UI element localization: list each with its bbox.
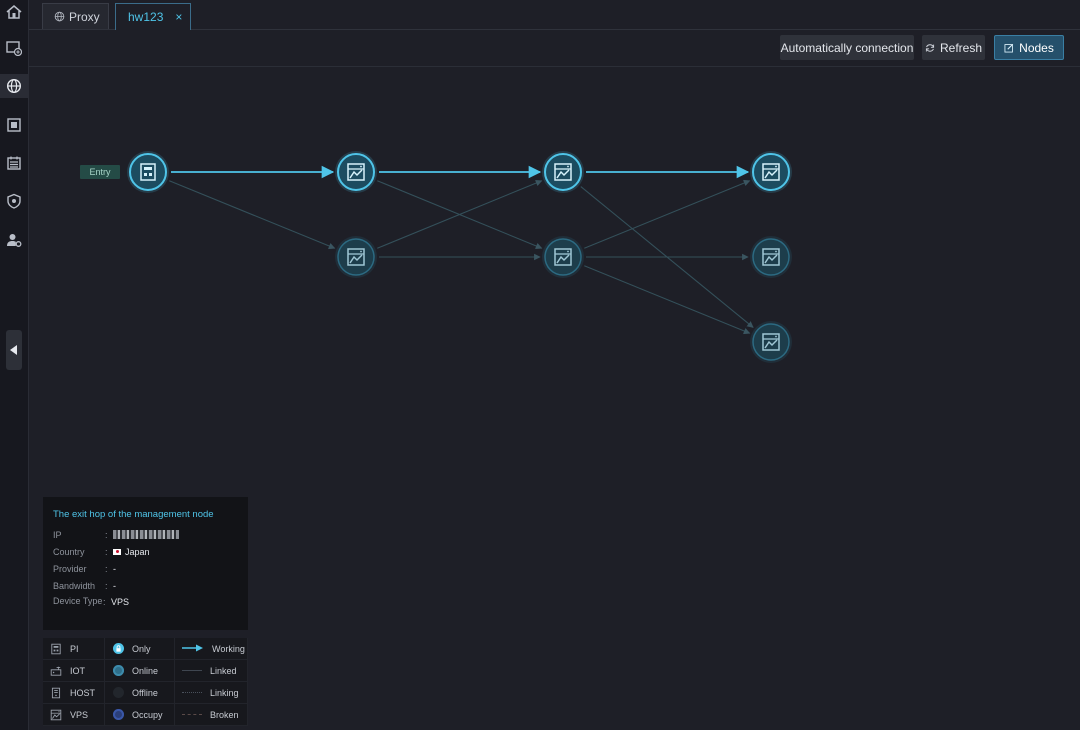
masked-ip-value xyxy=(113,530,179,539)
linked-link xyxy=(584,265,751,335)
tab-label: Proxy xyxy=(69,9,100,24)
graph-node-vps[interactable] xyxy=(542,236,584,278)
pi-icon xyxy=(50,643,62,655)
occupy-status-icon xyxy=(112,709,124,720)
nodes-label: Nodes xyxy=(1019,40,1054,55)
host-icon xyxy=(50,687,62,699)
legend-status-offline: Offline xyxy=(105,682,175,704)
info-row-provider: Provider : - xyxy=(53,560,238,577)
tab-hw123[interactable]: hw123 × xyxy=(115,3,191,30)
legend-link-linking: Linking xyxy=(175,682,248,704)
sidebar xyxy=(0,0,29,730)
legend-label: PI xyxy=(70,643,79,654)
toolbar: Automatically connection Refresh Nodes xyxy=(29,30,1080,67)
colon: : xyxy=(105,563,108,574)
legend-label: Working xyxy=(212,643,245,654)
linked-link xyxy=(584,179,751,249)
graph-node-vps[interactable] xyxy=(750,321,792,363)
home-icon[interactable] xyxy=(2,0,26,24)
device-type-value: VPS xyxy=(111,597,130,607)
graph-node-vps[interactable] xyxy=(335,236,377,278)
globe-icon xyxy=(54,11,65,22)
working-line-icon xyxy=(182,644,204,654)
linking-line-icon xyxy=(182,692,202,693)
calendar-icon[interactable] xyxy=(2,151,26,175)
colon: : xyxy=(105,546,108,557)
graph-node-vps[interactable] xyxy=(335,151,377,193)
legend-label: HOST xyxy=(70,687,96,698)
linked-link xyxy=(169,180,336,250)
add-screen-icon[interactable] xyxy=(2,36,26,60)
legend-type-pi: PI xyxy=(43,638,105,660)
node-info-panel: The exit hop of the management node IP :… xyxy=(43,497,248,630)
nodes-button[interactable]: Nodes xyxy=(994,35,1064,60)
legend-label: Only xyxy=(132,643,151,654)
country-label: Country xyxy=(53,546,85,557)
legend-link-working: Working xyxy=(175,638,248,660)
bandwidth-label: Bandwidth xyxy=(53,580,96,591)
info-row-country: Country : Japan xyxy=(53,543,238,560)
legend-status-occupy: Occupy xyxy=(105,704,175,726)
graph-node-vps[interactable] xyxy=(750,236,792,278)
graph-node-vps[interactable] xyxy=(750,151,792,193)
edit-icon xyxy=(1004,43,1014,52)
legend-type-vps: VPS xyxy=(43,704,105,726)
legend-label: Online xyxy=(132,665,159,676)
refresh-label: Refresh xyxy=(939,40,983,55)
legend-type-iot: IOT xyxy=(43,660,105,682)
linked-line-icon xyxy=(182,670,202,671)
lock-icon xyxy=(112,643,124,654)
legend-type-host: HOST xyxy=(43,682,105,704)
info-row-device-type: Device Type : VPS xyxy=(53,597,238,619)
vps-icon xyxy=(50,709,62,721)
graph-node-vps[interactable] xyxy=(542,151,584,193)
tab-bar: Proxy hw123 × xyxy=(29,0,1080,30)
online-status-icon xyxy=(112,665,124,676)
refresh-icon xyxy=(925,43,935,52)
colon: : xyxy=(105,580,108,591)
legend-status-online: Online xyxy=(105,660,175,682)
graph-node-pi[interactable] xyxy=(127,151,169,193)
collapse-sidebar-button[interactable] xyxy=(6,330,22,370)
close-icon[interactable]: × xyxy=(175,10,182,24)
legend-label: Linked xyxy=(210,665,237,676)
legend-label: Offline xyxy=(132,687,158,698)
bandwidth-value: - xyxy=(113,580,116,591)
triangle-left-icon xyxy=(10,345,17,355)
refresh-button[interactable]: Refresh xyxy=(922,35,985,60)
legend-status-only: Only xyxy=(105,638,175,660)
provider-value: - xyxy=(113,563,116,574)
globe-icon[interactable] xyxy=(0,74,28,98)
colon: : xyxy=(103,597,106,607)
info-row-ip: IP : xyxy=(53,526,238,543)
ip-label: IP xyxy=(53,529,62,540)
colon: : xyxy=(105,529,108,540)
info-row-bandwidth: Bandwidth : - xyxy=(53,577,238,594)
legend-label: Broken xyxy=(210,709,239,720)
legend-link-broken: Broken xyxy=(175,704,248,726)
info-title: The exit hop of the management node xyxy=(53,509,214,520)
japan-flag-icon xyxy=(113,548,121,555)
legend-link-linked: Linked xyxy=(175,660,248,682)
offline-status-icon xyxy=(112,687,124,698)
node-graph xyxy=(127,151,792,363)
tab-label: hw123 xyxy=(128,10,164,24)
country-value: Japan xyxy=(125,546,150,557)
tab-proxy[interactable]: Proxy xyxy=(42,3,109,29)
iot-icon xyxy=(50,665,62,677)
legend-label: Occupy xyxy=(132,709,163,720)
document-icon[interactable] xyxy=(2,113,26,137)
auto-connection-button[interactable]: Automatically connection xyxy=(780,35,914,60)
legend-label: Linking xyxy=(210,687,239,698)
provider-label: Provider xyxy=(53,563,87,574)
legend-label: IOT xyxy=(70,665,85,676)
user-settings-icon[interactable] xyxy=(2,228,26,252)
device-type-label: Device Type xyxy=(53,596,103,606)
broken-line-icon xyxy=(182,714,202,715)
shield-icon[interactable] xyxy=(2,189,26,213)
legend-label: VPS xyxy=(70,709,89,720)
auto-connection-label: Automatically connection xyxy=(780,40,914,55)
legend: PI Only Working IOT Online Linked HOST O… xyxy=(43,638,248,726)
